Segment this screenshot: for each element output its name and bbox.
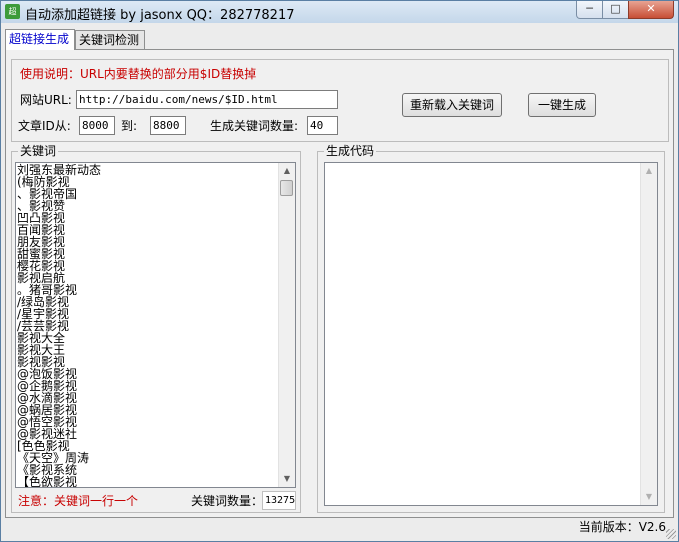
article-id-to-input[interactable]: 8800	[150, 116, 186, 135]
scroll-thumb[interactable]	[280, 180, 293, 196]
reload-keywords-button[interactable]: 重新载入关键词	[402, 93, 502, 117]
output-panel: 生成代码 ▲ ▼	[317, 144, 665, 513]
article-id-to-label: 到:	[121, 119, 138, 133]
article-id-from-label: 文章ID从:	[18, 119, 71, 133]
minimize-button[interactable]: ─	[576, 1, 603, 19]
keywords-panel: 关键词 刘强东最新动态 (梅防影视 、影视帝国 、影视赞 凹凸影视 百闻影视 朋友影视 甜蜜影…	[11, 144, 301, 513]
keyword-count-text-label: 关键词数量：	[191, 494, 264, 508]
tab-hyperlink-generate[interactable]: 超链接生成	[5, 29, 75, 50]
close-button[interactable]: ✕	[628, 1, 674, 19]
app-icon: 超	[5, 4, 20, 19]
title-bar[interactable]: 超 自动添加超链接 by jasonx QQ：282778217 ─ □ ✕	[1, 1, 678, 23]
keyword-count-input[interactable]: 40	[307, 116, 338, 135]
resize-grip-icon[interactable]	[666, 529, 676, 539]
keyword-list-item: 【色欲影视	[17, 475, 78, 488]
scroll-down-arrow-icon[interactable]: ▼	[279, 471, 295, 487]
tab-page-hyperlink: 使用说明：URL内要替换的部分用$ID替换掉 网站URL: http://bai…	[5, 49, 674, 518]
maximize-button[interactable]: □	[602, 1, 629, 19]
usage-note: 使用说明：URL内要替换的部分用$ID替换掉	[20, 67, 257, 81]
generate-button[interactable]: 一键生成	[528, 93, 596, 117]
window-title: 自动添加超链接 by jasonx QQ：282778217	[25, 8, 295, 23]
scroll-up-arrow-icon[interactable]: ▲	[641, 163, 657, 179]
output-panel-title: 生成代码	[324, 144, 377, 158]
version-label: 当前版本：V2.6	[578, 520, 666, 534]
url-label: 网站URL:	[20, 93, 72, 107]
keywords-note: 注意：关键词一行一个	[18, 494, 139, 508]
tab-keyword-check[interactable]: 关键词检测	[75, 30, 145, 49]
article-id-from-input[interactable]: 8000	[79, 116, 115, 135]
url-input[interactable]: http://baidu.com/news/$ID.html	[76, 90, 338, 109]
keywords-list: 刘强东最新动态 (梅防影视 、影视帝国 、影视赞 凹凸影视 百闻影视 朋友影视 甜蜜影视 樱花影…	[17, 164, 101, 488]
keywords-scrollbar[interactable]: ▲ ▼	[278, 163, 295, 487]
output-scrollbar[interactable]: ▲ ▼	[640, 163, 657, 505]
settings-panel: 使用说明：URL内要替换的部分用$ID替换掉 网站URL: http://bai…	[11, 59, 669, 142]
keywords-panel-title: 关键词	[18, 144, 59, 158]
keyword-count-label: 生成关键词数量:	[210, 119, 299, 133]
output-code-textarea[interactable]: ▲ ▼	[324, 162, 658, 506]
keyword-count-display: 13275	[262, 491, 296, 510]
scroll-up-arrow-icon[interactable]: ▲	[279, 163, 295, 179]
app-window: 超 自动添加超链接 by jasonx QQ：282778217 ─ □ ✕ 超…	[0, 0, 679, 542]
keywords-textarea[interactable]: 刘强东最新动态 (梅防影视 、影视帝国 、影视赞 凹凸影视 百闻影视 朋友影视 甜蜜影视 樱花影…	[15, 162, 296, 488]
scroll-down-arrow-icon[interactable]: ▼	[641, 489, 657, 505]
